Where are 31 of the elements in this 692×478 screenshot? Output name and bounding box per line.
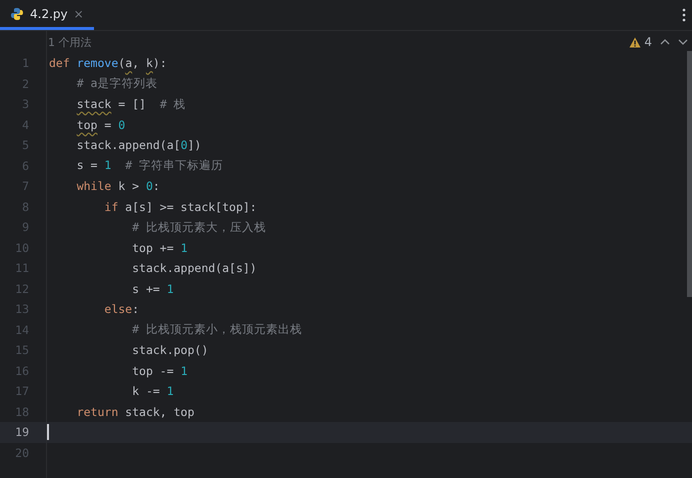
scrollbar-thumb[interactable] [687,51,692,297]
close-tab-button[interactable]: × [74,6,84,20]
python-file-icon [10,6,24,20]
chevron-up-icon[interactable] [660,39,670,45]
code-line: k -= 1 [131,384,174,398]
code-line: return stack, top [76,404,194,419]
code-line: else: [103,302,140,316]
code-line: if a[s] >= stack[top]: [103,200,257,214]
code-line: top -= 1 [131,364,188,378]
code-line: while k > 0: [76,179,160,194]
code-line: # a是字符列表 [76,76,158,92]
more-options-icon[interactable] [682,8,686,22]
code-line: s += 1 [131,282,174,296]
warning-icon[interactable] [629,36,642,48]
file-tab[interactable]: 4.2.py × [0,0,94,30]
code-line: s = 1 # 字符串下标遍历 [76,158,224,174]
code-line: # 比栈顶元素大，压入栈 [131,220,266,235]
code-line: def remove(a, k): [48,56,167,70]
code-line: stack.pop() [131,343,208,358]
line-number: 19 [14,425,29,440]
code-line: stack.append(a[s]) [131,261,257,276]
code-line: # 比栈顶元素小，栈顶元素出栈 [131,322,302,338]
code-line: top = 0 [76,118,126,132]
code-line: stack = [] # 栈 [76,96,186,112]
warning-count: 4 [644,35,652,49]
text-cursor [47,424,49,440]
tab-label: 4.2.py [30,6,68,20]
code-line: stack.append(a[0]) [76,138,202,152]
usage-hint[interactable]: 1 个用法 [47,34,92,50]
code-line: top += 1 [131,240,188,255]
chevron-down-icon[interactable] [678,39,688,45]
